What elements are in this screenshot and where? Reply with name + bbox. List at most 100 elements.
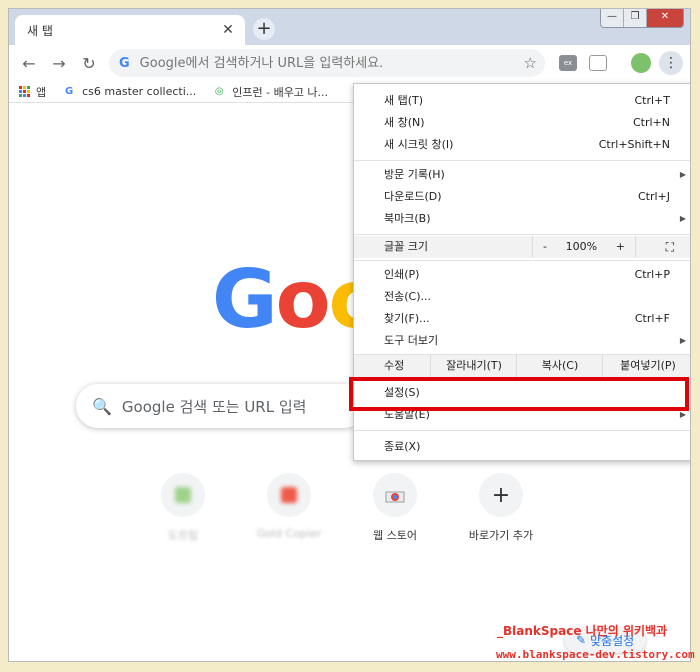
browser-window: 새 탭 ✕ + — ❐ ✕ ← → ↻ G ☆ ex ⋮ 앱 — [8, 8, 691, 662]
menu-item-downloads[interactable]: 다운로드(D) Ctrl+J — [354, 186, 690, 208]
new-tab-button[interactable]: + — [253, 18, 275, 40]
menu-item-label: 북마크(B) — [384, 212, 431, 225]
menu-item-exit[interactable]: 종료(X) — [354, 436, 690, 458]
menu-item-shortcut: Ctrl+N — [632, 116, 670, 129]
submenu-arrow-icon: ▶ — [679, 410, 686, 419]
omnibox[interactable]: G ☆ — [109, 49, 545, 77]
submenu-arrow-icon: ▶ — [679, 170, 686, 179]
shortcut-label: 웹 스토어 — [373, 529, 417, 542]
search-icon: 🔍 — [92, 396, 112, 416]
shortcut-icon — [267, 473, 311, 517]
menu-item-label: 종료(X) — [384, 440, 421, 453]
window-controls: — ❐ ✕ — [600, 9, 684, 28]
shortcut-tile[interactable]: Gold Copier — [239, 473, 339, 540]
menu-item-label: 새 창(N) — [384, 116, 425, 129]
zoom-label: 글꼴 크기 — [384, 240, 428, 253]
shortcut-web-store[interactable]: 웹 스토어 — [345, 473, 445, 543]
submenu-arrow-icon: ▶ — [679, 214, 686, 223]
menu-item-label: 새 탭(T) — [384, 94, 424, 107]
omnibox-input[interactable] — [137, 54, 545, 72]
shortcut-add[interactable]: + 바로가기 추가 — [451, 473, 551, 543]
menu-item-new-window[interactable]: 새 창(N) Ctrl+N — [354, 112, 690, 134]
submenu-arrow-icon: ▶ — [679, 336, 686, 345]
profile-avatar[interactable] — [631, 53, 651, 73]
reload-button[interactable]: ↻ — [77, 52, 101, 76]
bookmark-label: 인프런 - 배우고 나... — [232, 85, 329, 99]
forward-button[interactable]: → — [47, 52, 71, 76]
inflearn-icon: ◎ — [214, 85, 224, 97]
chrome-menu: 새 탭(T) Ctrl+T 새 창(N) Ctrl+N 새 시크릿 창(I) C… — [353, 83, 690, 461]
zoom-value: 100% — [565, 240, 598, 253]
maximize-button[interactable]: ❐ — [623, 9, 646, 27]
google-icon: G — [65, 85, 74, 97]
menu-item-new-tab[interactable]: 새 탭(T) Ctrl+T — [354, 90, 690, 112]
menu-item-label: 찾기(F)... — [384, 312, 430, 325]
menu-item-shortcut: Ctrl+P — [634, 268, 670, 281]
tab-title: 새 탭 — [27, 23, 53, 38]
fullscreen-icon[interactable]: ⛶ — [666, 236, 674, 258]
menu-item-label: 방문 기록(H) — [384, 168, 445, 181]
shortcut-tile[interactable]: 도르립 — [133, 473, 233, 543]
search-placeholder: Google 검색 또는 URL 입력 — [121, 397, 307, 416]
chrome-menu-button[interactable]: ⋮ — [659, 51, 683, 75]
logo-letter: o — [275, 253, 331, 346]
copy-button[interactable]: 복사(C) — [516, 355, 603, 377]
menu-item-help[interactable]: 도움말(E) ▶ — [354, 404, 690, 426]
close-window-button[interactable]: ✕ — [646, 9, 683, 27]
menu-item-label: 인쇄(P) — [384, 268, 420, 281]
bookmark-apps[interactable]: 앱 — [19, 84, 46, 100]
watermark-title: _BlankSpace 나만의 위키백과 — [497, 624, 668, 638]
bookmark-label: 앱 — [36, 85, 47, 99]
menu-item-label: 도움말(E) — [384, 408, 430, 421]
shortcut-icon — [161, 473, 205, 517]
menu-separator — [354, 160, 690, 161]
menu-separator — [354, 260, 690, 261]
menu-item-print[interactable]: 인쇄(P) Ctrl+P — [354, 264, 690, 286]
back-button[interactable]: ← — [17, 52, 41, 76]
tab-strip: 새 탭 ✕ + — ❐ ✕ — [9, 9, 690, 45]
shortcut-label: 바로가기 추가 — [468, 529, 534, 542]
menu-item-history[interactable]: 방문 기록(H) ▶ — [354, 164, 690, 186]
bookmark-star-icon[interactable]: ☆ — [524, 54, 537, 72]
menu-item-label: 설정(S) — [384, 386, 420, 399]
menu-item-shortcut: Ctrl+T — [634, 94, 670, 107]
menu-item-incognito[interactable]: 새 시크릿 창(I) Ctrl+Shift+N — [354, 134, 690, 156]
menu-edit-row: 수정 잘라내기(T) 복사(C) 붙여넣기(P) — [354, 355, 690, 377]
menu-item-shortcut: Ctrl+F — [634, 312, 670, 325]
plus-icon: + — [479, 473, 523, 517]
menu-item-shortcut: Ctrl+J — [637, 190, 670, 203]
menu-item-bookmarks[interactable]: 북마크(B) ▶ — [354, 208, 690, 230]
menu-item-cast[interactable]: 전송(C)... — [354, 286, 690, 308]
menu-separator — [354, 430, 690, 431]
paste-button[interactable]: 붙여넣기(P) — [602, 355, 690, 377]
bookmark-inflearn[interactable]: ◎ 인프런 - 배우고 나... — [212, 84, 328, 100]
cast-icon[interactable] — [589, 55, 607, 71]
shortcut-label: Gold Copier — [256, 527, 322, 540]
apps-icon — [19, 86, 30, 97]
menu-item-find[interactable]: 찾기(F)... Ctrl+F — [354, 308, 690, 330]
search-box[interactable]: 🔍 Google 검색 또는 URL 입력 — [76, 384, 366, 428]
bookmark-cs6[interactable]: G cs6 master collecti... — [62, 85, 196, 99]
menu-item-shortcut: Ctrl+Shift+N — [598, 138, 670, 151]
zoom-out-button[interactable]: - — [543, 236, 547, 258]
menu-item-settings[interactable]: 설정(S) — [354, 382, 690, 404]
tab-close-icon[interactable]: ✕ — [219, 21, 237, 39]
google-icon: G — [119, 55, 130, 71]
bookmark-label: cs6 master collecti... — [82, 85, 197, 98]
cut-button[interactable]: 잘라내기(T) — [430, 355, 517, 377]
minimize-button[interactable]: — — [601, 9, 623, 27]
zoom-controls: - 100% + — [532, 236, 636, 258]
logo-letter: G — [212, 253, 278, 346]
tab-new-tab[interactable]: 새 탭 ✕ — [15, 15, 245, 45]
menu-separator — [354, 234, 690, 235]
menu-item-more-tools[interactable]: 도구 더보기 ▶ — [354, 330, 690, 352]
menu-item-label: 새 시크릿 창(I) — [384, 138, 454, 151]
zoom-in-button[interactable]: + — [616, 236, 625, 258]
menu-item-label: 도구 더보기 — [384, 334, 439, 347]
menu-item-label: 전송(C)... — [384, 290, 431, 303]
menu-item-label: 다운로드(D) — [384, 190, 442, 203]
chrome-web-store-icon — [373, 473, 417, 517]
watermark-url: www.blankspace-dev.tistory.com — [496, 648, 695, 661]
menu-zoom-row: 글꼴 크기 - 100% + ⛶ — [354, 236, 690, 258]
extension-icon[interactable]: ex — [559, 55, 577, 71]
